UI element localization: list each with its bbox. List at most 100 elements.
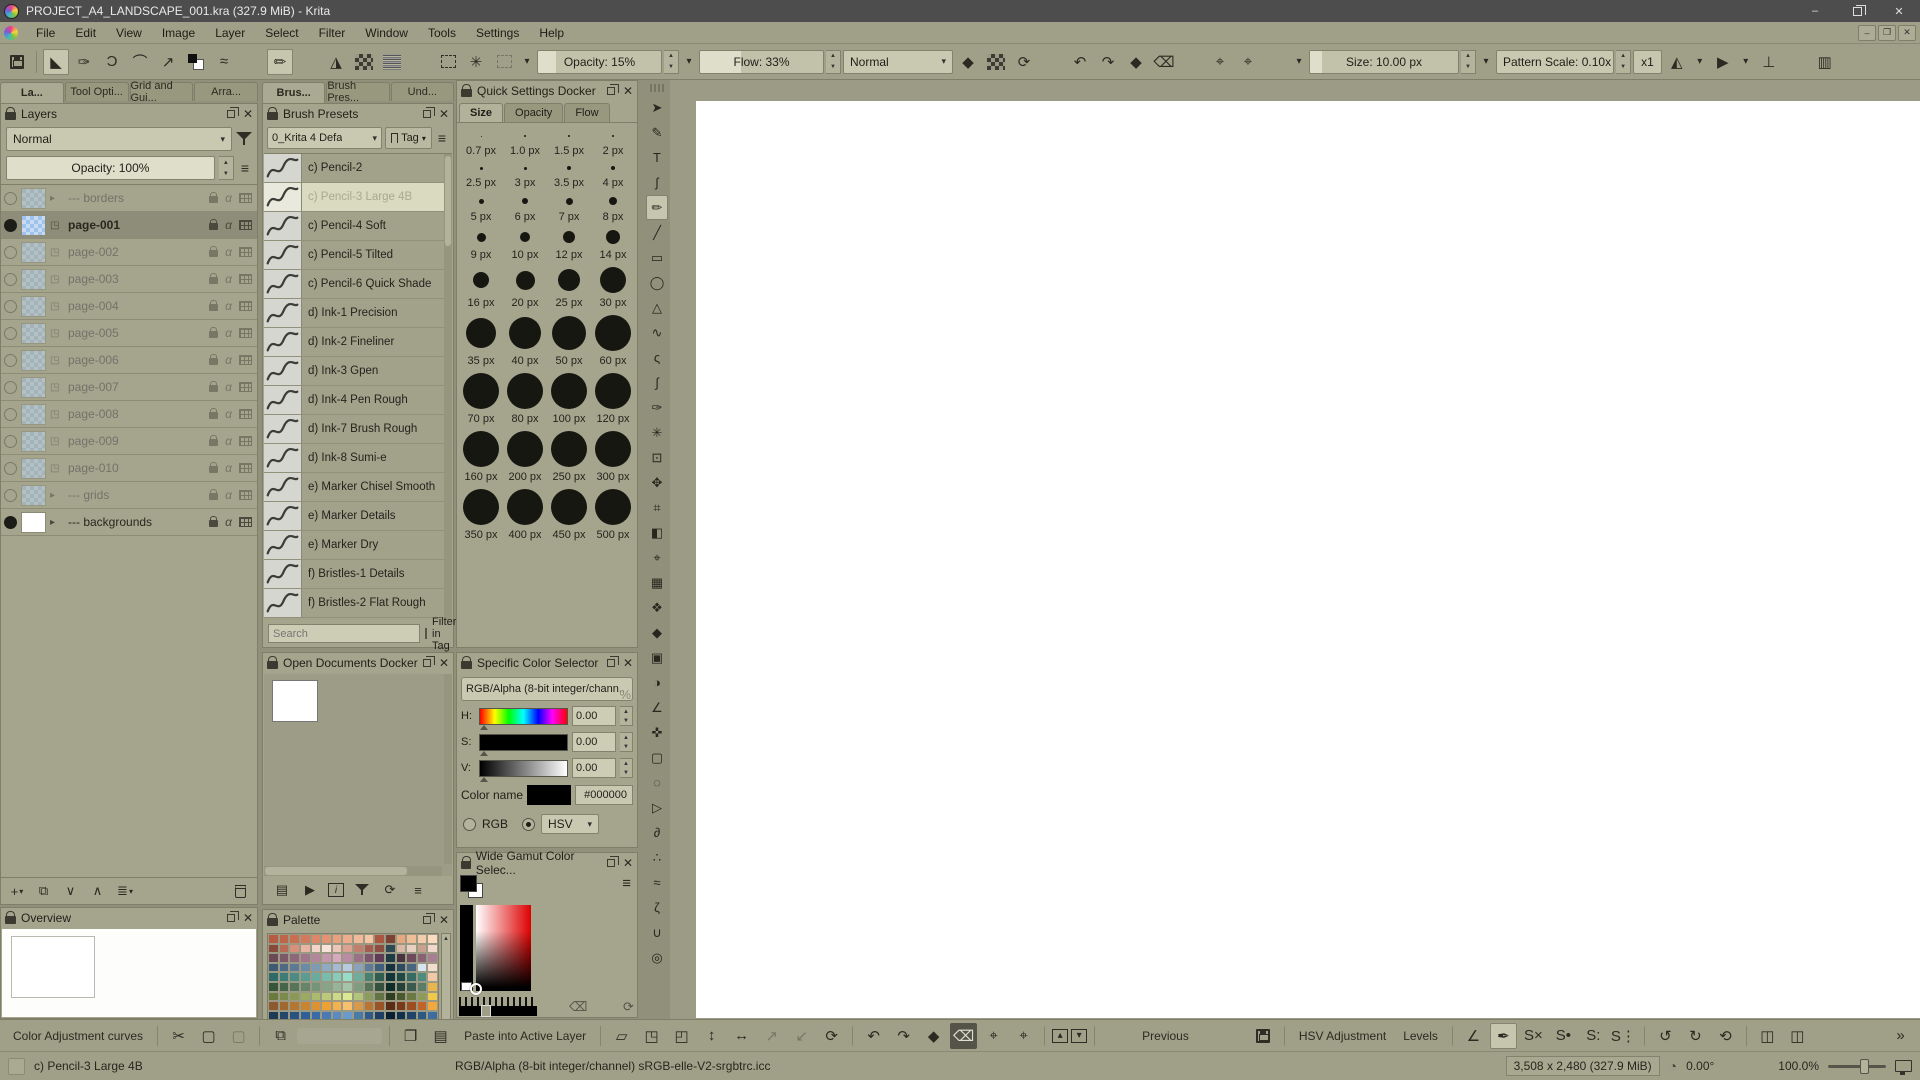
magnetic-select-tool[interactable]: ∪ (646, 920, 668, 945)
cut-icon[interactable]: ✂ (165, 1023, 192, 1049)
layer-visibility-toggle[interactable] (4, 408, 17, 421)
copy-icon[interactable]: ❐ (397, 1023, 424, 1049)
scrollbar-handle[interactable] (265, 867, 407, 875)
layer-alpha-icon[interactable]: α (225, 461, 232, 475)
docker-lock-icon[interactable] (5, 112, 16, 120)
layer-row[interactable]: page-003 α (1, 266, 257, 293)
add-layer-button[interactable]: + ▾ (5, 880, 29, 902)
layer-alpha-icon[interactable]: α (225, 326, 232, 340)
foreground-background-swatches[interactable] (460, 875, 486, 901)
palette-swatch[interactable] (268, 944, 279, 954)
choose-brush-preset-icon[interactable]: ◣ (43, 49, 69, 75)
previous-preset-button[interactable]: Previous (1135, 1023, 1196, 1049)
redo-icon[interactable]: ↷ (890, 1023, 917, 1049)
selector-menu-icon[interactable]: ≡ (622, 875, 631, 892)
layer-lock-icon[interactable] (209, 358, 218, 365)
palette-swatch[interactable] (332, 944, 343, 954)
toolbox-drag-handle[interactable] (650, 84, 664, 92)
docker-tab[interactable]: Tool Opti... (65, 82, 129, 101)
palette-swatch[interactable] (374, 963, 385, 973)
layer-visibility-toggle[interactable] (4, 489, 17, 502)
palette-swatch[interactable] (396, 934, 407, 944)
layer-lock-icon[interactable] (209, 304, 218, 311)
palette-swatch[interactable] (396, 982, 407, 992)
palette-swatch[interactable] (417, 934, 428, 944)
vertical-scrollbar[interactable] (444, 674, 452, 864)
menu-item[interactable]: Help (529, 24, 574, 42)
layer-row[interactable]: page-002 α (1, 239, 257, 266)
brush-size-preset[interactable]: 50 px (547, 313, 591, 371)
channel-slider[interactable] (479, 760, 568, 777)
palette-swatch[interactable] (385, 1001, 396, 1011)
palette-swatch[interactable] (396, 972, 407, 982)
hsv-radio[interactable] (522, 818, 535, 831)
palette-swatch[interactable] (385, 972, 396, 982)
layer-inherit-alpha-icon[interactable] (239, 436, 252, 446)
palette-swatch[interactable] (353, 1001, 364, 1011)
layer-inherit-alpha-icon[interactable] (239, 355, 252, 365)
palette-swatch[interactable] (374, 944, 385, 954)
curve-option-icon[interactable]: Ɔ (99, 49, 125, 75)
blending-mode-select[interactable]: Normal ▾ (843, 50, 953, 74)
palette-swatch[interactable] (385, 982, 396, 992)
layer-opacity-spinner[interactable]: ▲▼ (219, 156, 234, 180)
channel-slider[interactable] (479, 734, 568, 751)
palette-swatch[interactable] (332, 972, 343, 982)
layer-visibility-toggle[interactable] (4, 219, 17, 232)
multibrush-tool[interactable]: ✳ (646, 420, 668, 445)
float-docker-icon[interactable] (607, 659, 615, 667)
palette-swatch[interactable] (417, 1001, 428, 1011)
palette-swatch[interactable] (279, 963, 290, 973)
brush-size-preset[interactable]: 2.5 px (459, 161, 503, 193)
quick-settings-tab[interactable]: Opacity (504, 103, 563, 122)
palette-swatch[interactable] (364, 944, 375, 954)
palette-swatch[interactable] (417, 992, 428, 1002)
layer-visibility-toggle[interactable] (4, 354, 17, 367)
brush-size-preset[interactable]: 80 px (503, 371, 547, 429)
brush-size-preset[interactable]: 500 px (591, 487, 635, 545)
delete-layer-button[interactable] (229, 880, 253, 902)
brush-size-preset[interactable]: 40 px (503, 313, 547, 371)
layer-inherit-alpha-icon[interactable] (239, 247, 252, 257)
pencil-preset-icon[interactable]: ✏ (267, 49, 293, 75)
copy-selection-icon[interactable]: ▢ (195, 1023, 222, 1049)
docker-lock-icon[interactable] (5, 916, 16, 924)
info-icon[interactable]: i (328, 883, 344, 897)
palette-swatch[interactable] (279, 934, 290, 944)
docker-tab[interactable]: Und... (391, 82, 454, 101)
brush-size-preset[interactable]: 20 px (503, 265, 547, 313)
brush-size-preset[interactable]: 250 px (547, 429, 591, 487)
menu-item[interactable]: Select (255, 24, 308, 42)
palette-swatch[interactable] (300, 944, 311, 954)
brush-size-preset[interactable]: 5 px (459, 193, 503, 227)
close-docker-icon[interactable]: ✕ (439, 108, 449, 120)
pattern-scale-spinner[interactable]: ▲▼ (1616, 50, 1631, 74)
flow-slider[interactable]: Flow: 33% (699, 50, 824, 74)
palette-swatch[interactable] (406, 972, 417, 982)
layer-inherit-alpha-icon[interactable] (239, 301, 252, 311)
brush-preset-row[interactable]: d) Ink-4 Pen Rough (264, 386, 452, 415)
layer-inherit-alpha-icon[interactable] (239, 274, 252, 284)
brush-preset-row[interactable]: d) Ink-8 Sumi-e (264, 444, 452, 473)
freehand-path-tool[interactable]: ∫ (646, 370, 668, 395)
palette-swatch[interactable] (321, 972, 332, 982)
zoom-slider[interactable] (1828, 1065, 1886, 1068)
select-frame-icon[interactable] (435, 49, 461, 75)
palette-swatch[interactable] (321, 992, 332, 1002)
levels-button[interactable]: Levels (1396, 1023, 1445, 1049)
layer-row[interactable]: page-008 α (1, 401, 257, 428)
brush-size-preset[interactable]: 7 px (547, 193, 591, 227)
rgb-radio[interactable] (463, 818, 476, 831)
zoom-slider-handle[interactable] (1860, 1059, 1869, 1074)
ellipse-tool[interactable]: ◯ (646, 270, 668, 295)
palette-swatch[interactable] (427, 982, 438, 992)
palette-swatch[interactable] (311, 934, 322, 944)
palette-swatch[interactable] (289, 1001, 300, 1011)
play-icon[interactable]: ▶ (300, 880, 320, 900)
redo-icon[interactable]: ↷ (1095, 49, 1121, 75)
fill-tool[interactable]: ◆ (646, 620, 668, 645)
brush-size-preset[interactable]: 4 px (591, 161, 635, 193)
layer-alpha-icon[interactable]: α (225, 299, 232, 313)
fullscreen-icon[interactable] (1895, 1060, 1912, 1072)
mdi-minimize-icon[interactable]: – (1858, 25, 1876, 41)
